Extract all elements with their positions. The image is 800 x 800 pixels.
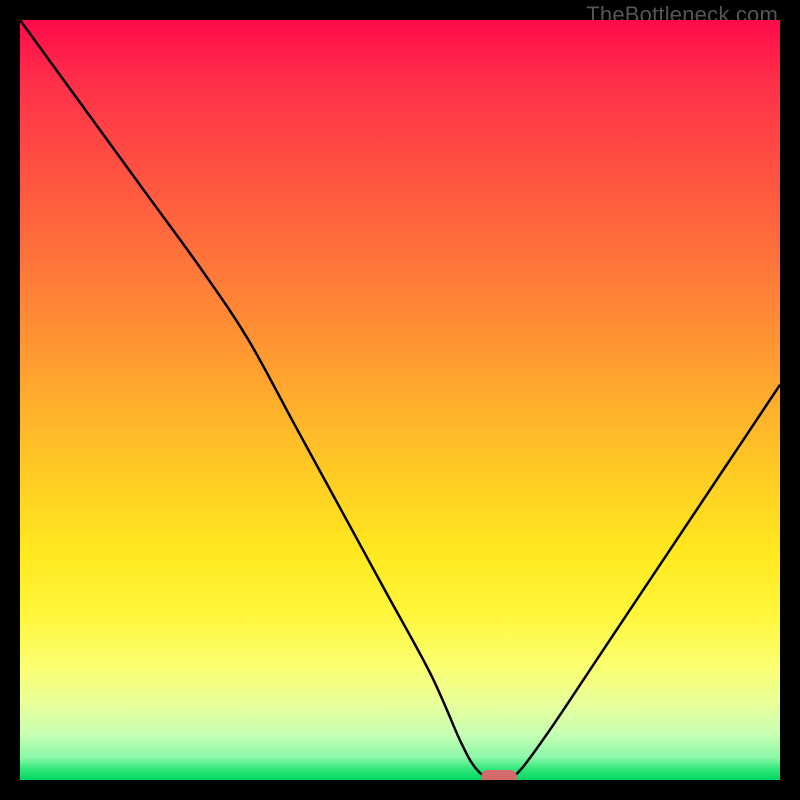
chart-frame: TheBottleneck.com [0, 0, 800, 800]
bottleneck-curve [20, 20, 780, 780]
curve-path [20, 20, 780, 780]
plot-area [20, 20, 780, 780]
optimal-point-marker [481, 770, 517, 780]
